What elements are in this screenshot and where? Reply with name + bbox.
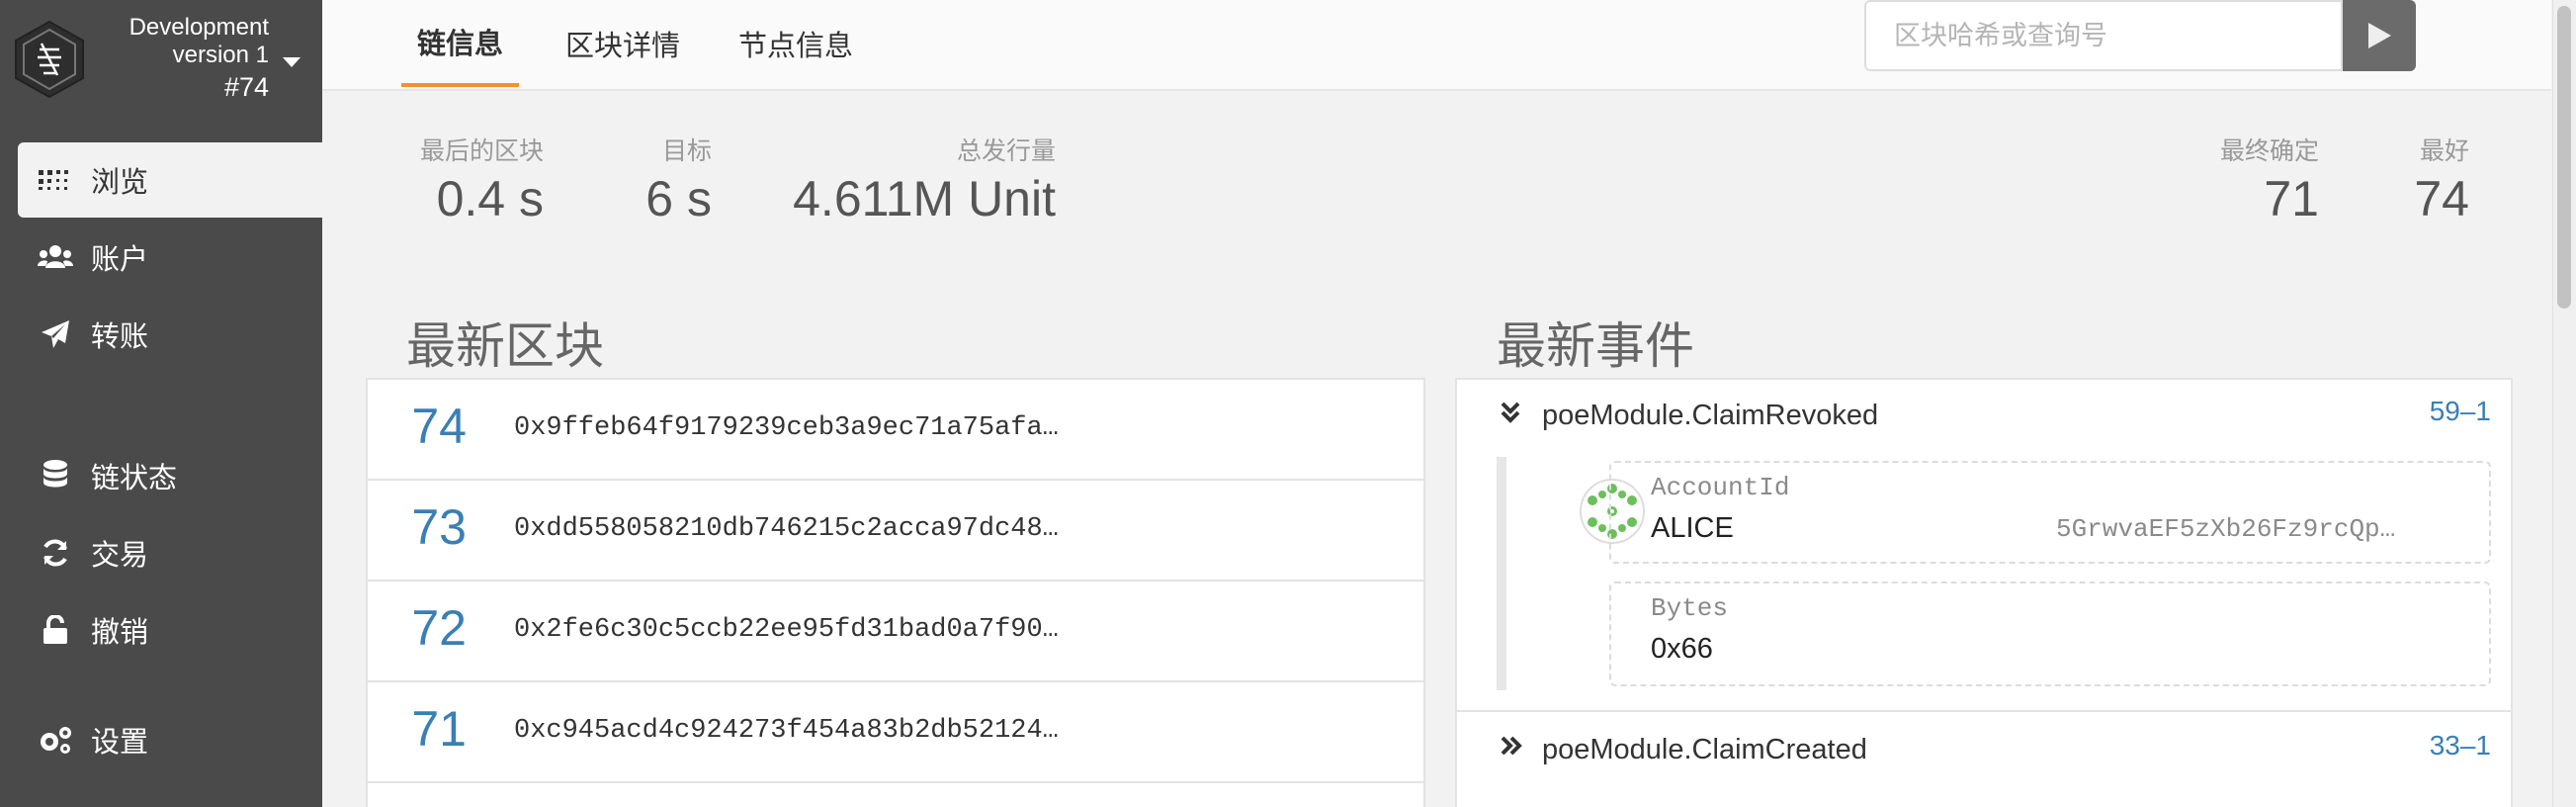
sidebar-item-label: 账户 bbox=[91, 244, 149, 276]
block-row[interactable]: 72 0x2fe6c30c5ccb22ee95fd31bad0a7f90… bbox=[368, 582, 1423, 682]
tab-node-info[interactable]: 节点信息 bbox=[723, 0, 869, 87]
sidebar-item-label: 交易 bbox=[91, 540, 149, 572]
stat-best: 最好 74 bbox=[2378, 136, 2469, 229]
scrollbar-thumb[interactable] bbox=[2557, 6, 2571, 309]
recent-blocks-title: 最新区块 bbox=[406, 318, 604, 374]
event-param-bytes: Bytes 0x66 bbox=[1609, 582, 2491, 686]
event-param-accountid: AccountId ALICE 5GrwvaEF5zXb26Fz9rcQp… bbox=[1609, 461, 2491, 564]
sidebar-item-explorer[interactable]: 浏览 bbox=[18, 142, 322, 218]
search-input[interactable] bbox=[1864, 0, 2343, 71]
best-block-number: #74 bbox=[223, 72, 269, 102]
param-account-name: ALICE bbox=[1651, 512, 1734, 544]
main-content: 链信息 区块详情 节点信息 最后的区块 0.4 s 目标 6 s 总发行量 4.… bbox=[322, 0, 2551, 807]
stat-value: 6 s bbox=[645, 171, 712, 226]
param-type: AccountId bbox=[1651, 473, 1790, 502]
tab-block-details[interactable]: 区块详情 bbox=[550, 0, 696, 87]
sidebar-item-label: 转账 bbox=[91, 321, 149, 353]
sidebar-item-label: 链状态 bbox=[91, 463, 178, 494]
sidebar-item-label: 浏览 bbox=[91, 167, 149, 199]
event-row[interactable]: poeModule.ClaimCreated 33–1 bbox=[1457, 714, 2511, 775]
cogs-icon bbox=[38, 722, 73, 758]
database-icon bbox=[38, 458, 73, 493]
tab-chain-info[interactable]: 链信息 bbox=[401, 0, 520, 87]
users-icon bbox=[38, 239, 73, 275]
block-number[interactable]: 71 bbox=[368, 700, 467, 758]
sidebar-item-label: 撤销 bbox=[91, 617, 149, 649]
event-name: poeModule.ClaimCreated bbox=[1542, 734, 1867, 765]
sync-icon bbox=[38, 535, 73, 571]
sidebar-item-chainstate[interactable]: 链状态 bbox=[18, 438, 322, 513]
chain-info: Development version 1 #74 bbox=[129, 14, 269, 105]
polkadot-logo-icon bbox=[15, 20, 84, 99]
sidebar-item-label: 设置 bbox=[91, 727, 149, 759]
sidebar-item-settings[interactable]: 设置 bbox=[18, 702, 322, 777]
chain-selector[interactable]: Development version 1 #74 bbox=[0, 0, 322, 129]
grid-dots-icon bbox=[38, 162, 73, 198]
block-row[interactable]: 73 0xdd558058210db746215c2acca97dc48… bbox=[368, 481, 1423, 582]
stat-total-issuance: 总发行量 4.611M Unit bbox=[787, 136, 1056, 229]
sidebar: Development version 1 #74 浏览 账户 转账 链状态 交… bbox=[0, 0, 322, 807]
page-scrollbar[interactable] bbox=[2552, 0, 2576, 807]
event-row[interactable]: poeModule.ClaimRevoked 59–1 bbox=[1457, 380, 2511, 441]
event-expand-bar bbox=[1497, 457, 1506, 690]
stat-value: 74 bbox=[2414, 171, 2469, 226]
block-number[interactable]: 74 bbox=[368, 398, 467, 455]
chevron-down-icon[interactable] bbox=[283, 57, 301, 67]
stat-target: 目标 6 s bbox=[619, 136, 712, 229]
block-number[interactable]: 72 bbox=[368, 599, 467, 657]
param-account-address[interactable]: 5GrwvaEF5zXb26Fz9rcQp… bbox=[2056, 514, 2395, 544]
stat-finalized: 最终确定 71 bbox=[2200, 136, 2319, 229]
paper-plane-icon bbox=[38, 316, 73, 352]
stat-label: 最好 bbox=[2419, 137, 2469, 165]
sidebar-item-transfer[interactable]: 转账 bbox=[18, 297, 322, 372]
stat-value: 4.611M Unit bbox=[793, 171, 1056, 226]
param-value: 0x66 bbox=[1651, 633, 1713, 665]
stat-label: 最终确定 bbox=[2219, 137, 2319, 165]
play-icon bbox=[2368, 23, 2391, 48]
block-number[interactable]: 73 bbox=[368, 498, 467, 556]
stat-value: 71 bbox=[2264, 171, 2319, 226]
block-hash: 0x9ffeb64f9179239ceb3a9ec71a75afa… bbox=[514, 413, 1059, 443]
event-ref-link[interactable]: 33–1 bbox=[2430, 730, 2491, 762]
stat-label: 目标 bbox=[661, 137, 712, 165]
chevron-double-down-icon[interactable] bbox=[1501, 402, 1520, 423]
sidebar-item-sudo[interactable]: 撤销 bbox=[18, 592, 322, 668]
sidebar-item-accounts[interactable]: 账户 bbox=[18, 220, 322, 295]
block-hash: 0x2fe6c30c5ccb22ee95fd31bad0a7f90… bbox=[514, 615, 1059, 645]
param-type: Bytes bbox=[1651, 593, 1729, 623]
event-divider bbox=[1457, 710, 2511, 712]
chain-name: Development bbox=[129, 14, 269, 41]
stat-last-block: 最后的区块 0.4 s bbox=[411, 136, 544, 229]
block-hash: 0xdd558058210db746215c2acca97dc48… bbox=[514, 514, 1059, 544]
search-button[interactable] bbox=[2343, 0, 2416, 71]
block-hash: 0xc945acd4c924273f454a83b2db52124… bbox=[514, 716, 1059, 746]
block-row[interactable]: 71 0xc945acd4c924273f454a83b2db52124… bbox=[368, 682, 1423, 783]
chain-version: version 1 bbox=[172, 42, 269, 68]
recent-events-list: poeModule.ClaimRevoked 59–1 AccountId AL… bbox=[1455, 378, 2513, 807]
block-search bbox=[1864, 0, 2576, 71]
stat-value: 0.4 s bbox=[436, 171, 544, 226]
sidebar-item-extrinsics[interactable]: 交易 bbox=[18, 515, 322, 590]
tab-bar: 链信息 区块详情 节点信息 bbox=[322, 0, 2551, 91]
recent-blocks-list: 74 0x9ffeb64f9179239ceb3a9ec71a75afa… 73… bbox=[366, 378, 1425, 807]
stat-label: 最后的区块 bbox=[419, 137, 544, 165]
stat-label: 总发行量 bbox=[956, 137, 1056, 165]
recent-events-title: 最新事件 bbox=[1497, 318, 1694, 374]
chevron-double-right-icon[interactable] bbox=[1501, 736, 1522, 756]
block-row[interactable]: 74 0x9ffeb64f9179239ceb3a9ec71a75afa… bbox=[368, 380, 1423, 481]
event-ref-link[interactable]: 59–1 bbox=[2430, 396, 2491, 427]
unlock-icon bbox=[38, 612, 73, 648]
event-name: poeModule.ClaimRevoked bbox=[1542, 400, 1879, 431]
